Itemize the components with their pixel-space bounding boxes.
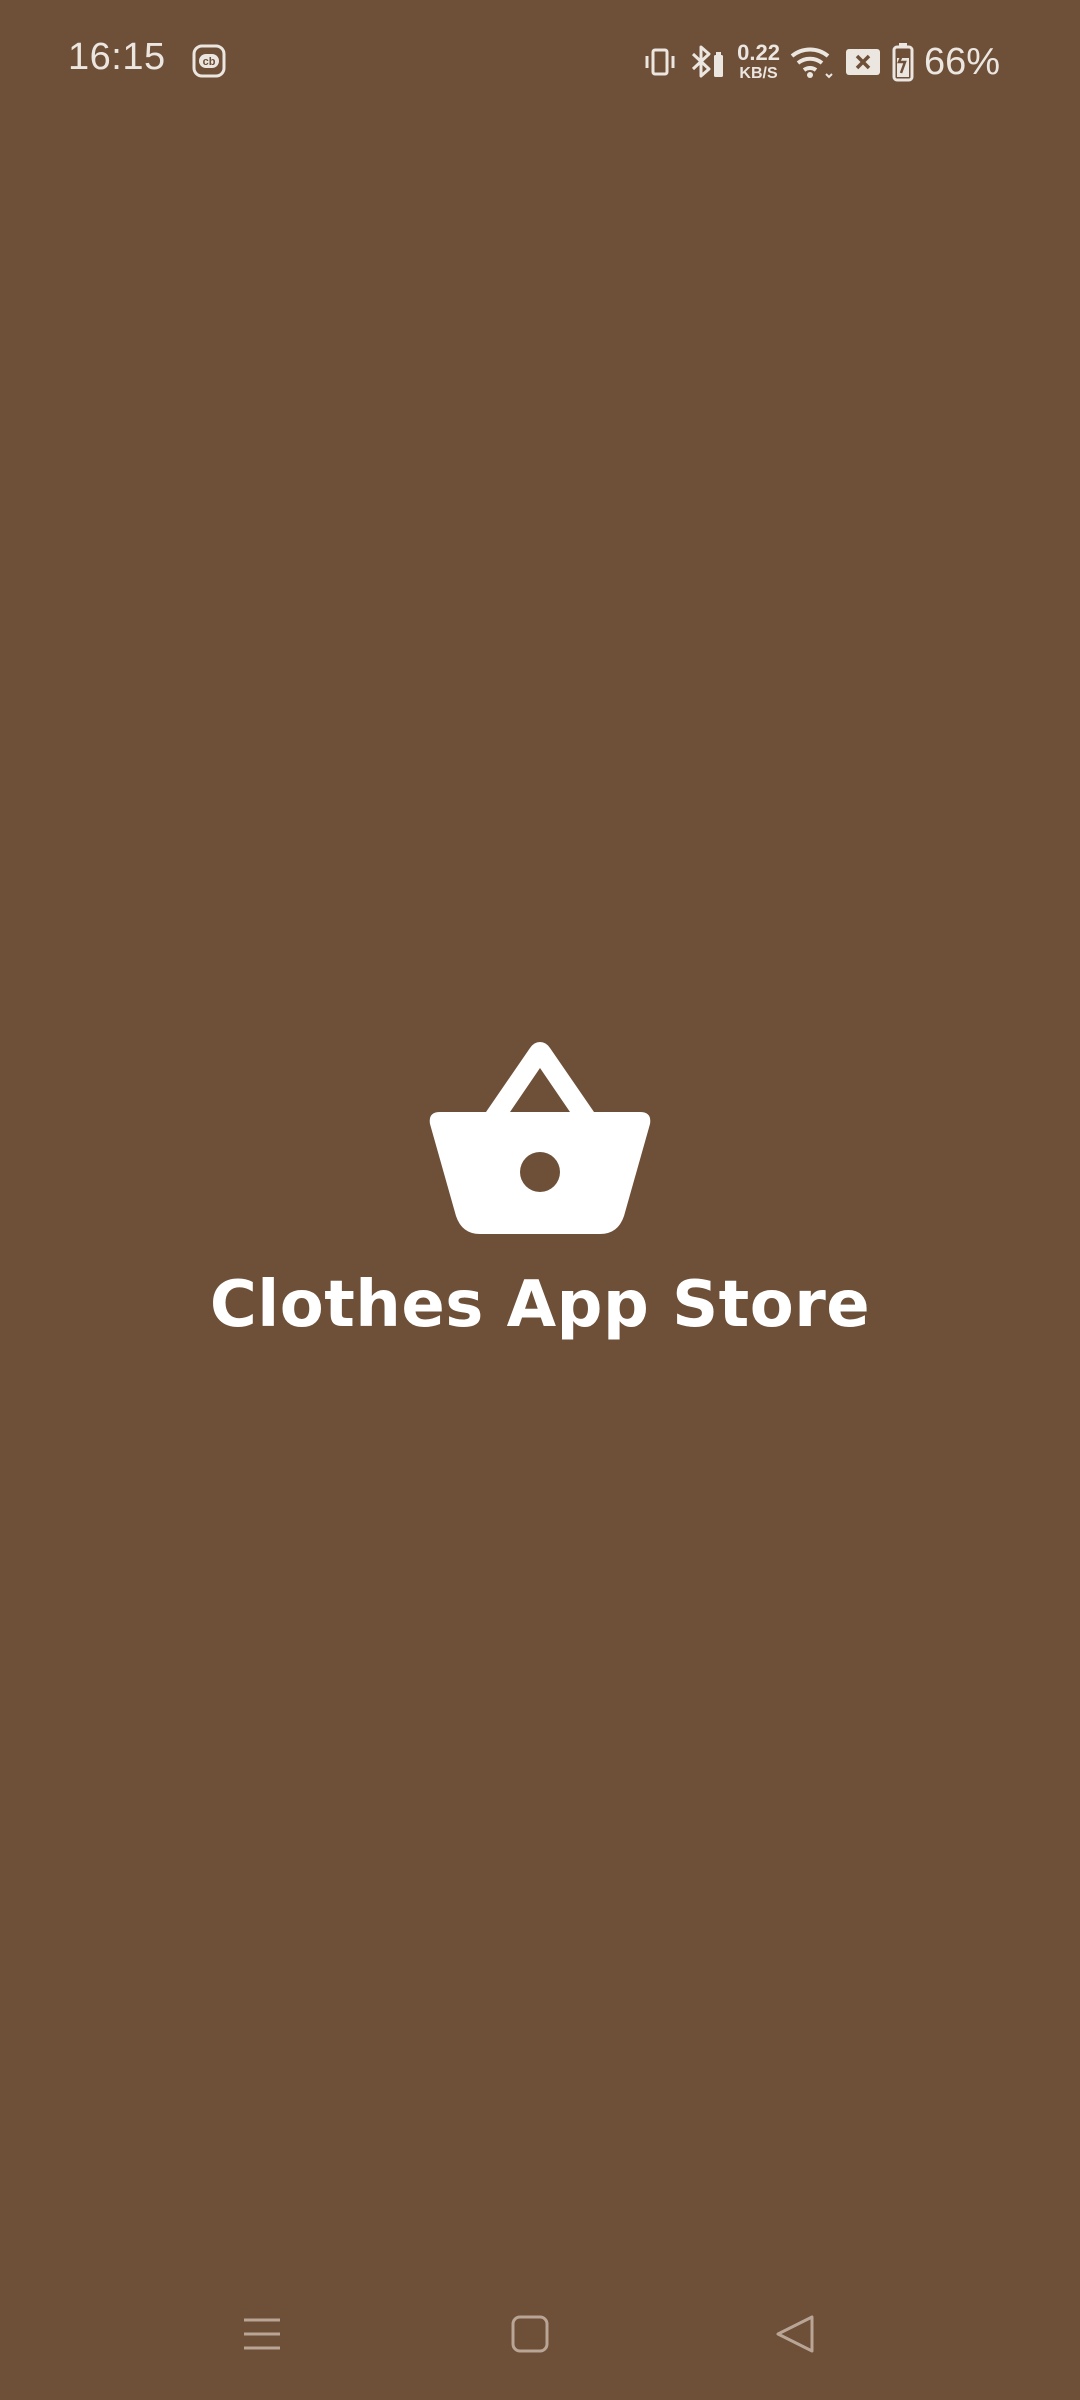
back-button[interactable] [766,2310,826,2360]
network-speed-value: 0.22 [737,40,780,65]
status-bar: 16:15 cb 0.22 KB/S 66% [0,0,1080,124]
battery-charging-icon [892,43,914,82]
app-title: Clothes App Store [209,1268,871,1342]
battery-percent: 66% [923,40,1000,83]
home-button[interactable] [500,2310,560,2360]
shopping-basket-icon [429,1042,651,1234]
network-speed: 0.22 KB/S [737,42,780,82]
bluetooth-icon [692,45,724,78]
status-icons: 0.22 KB/S 66% [643,38,1000,86]
sim-off-icon [845,49,880,75]
menu-button[interactable] [232,2310,292,2360]
svg-text:cb: cb [203,56,216,68]
back-icon [776,2315,814,2353]
vibrate-icon [645,48,675,76]
wifi-icon [790,47,833,79]
cb-icon: cb [192,44,226,78]
network-speed-unit: KB/S [739,65,778,82]
navigation-bar [0,2290,1080,2380]
status-time: 16:15 [68,36,166,78]
home-icon [511,2315,549,2353]
menu-icon [244,2318,280,2350]
